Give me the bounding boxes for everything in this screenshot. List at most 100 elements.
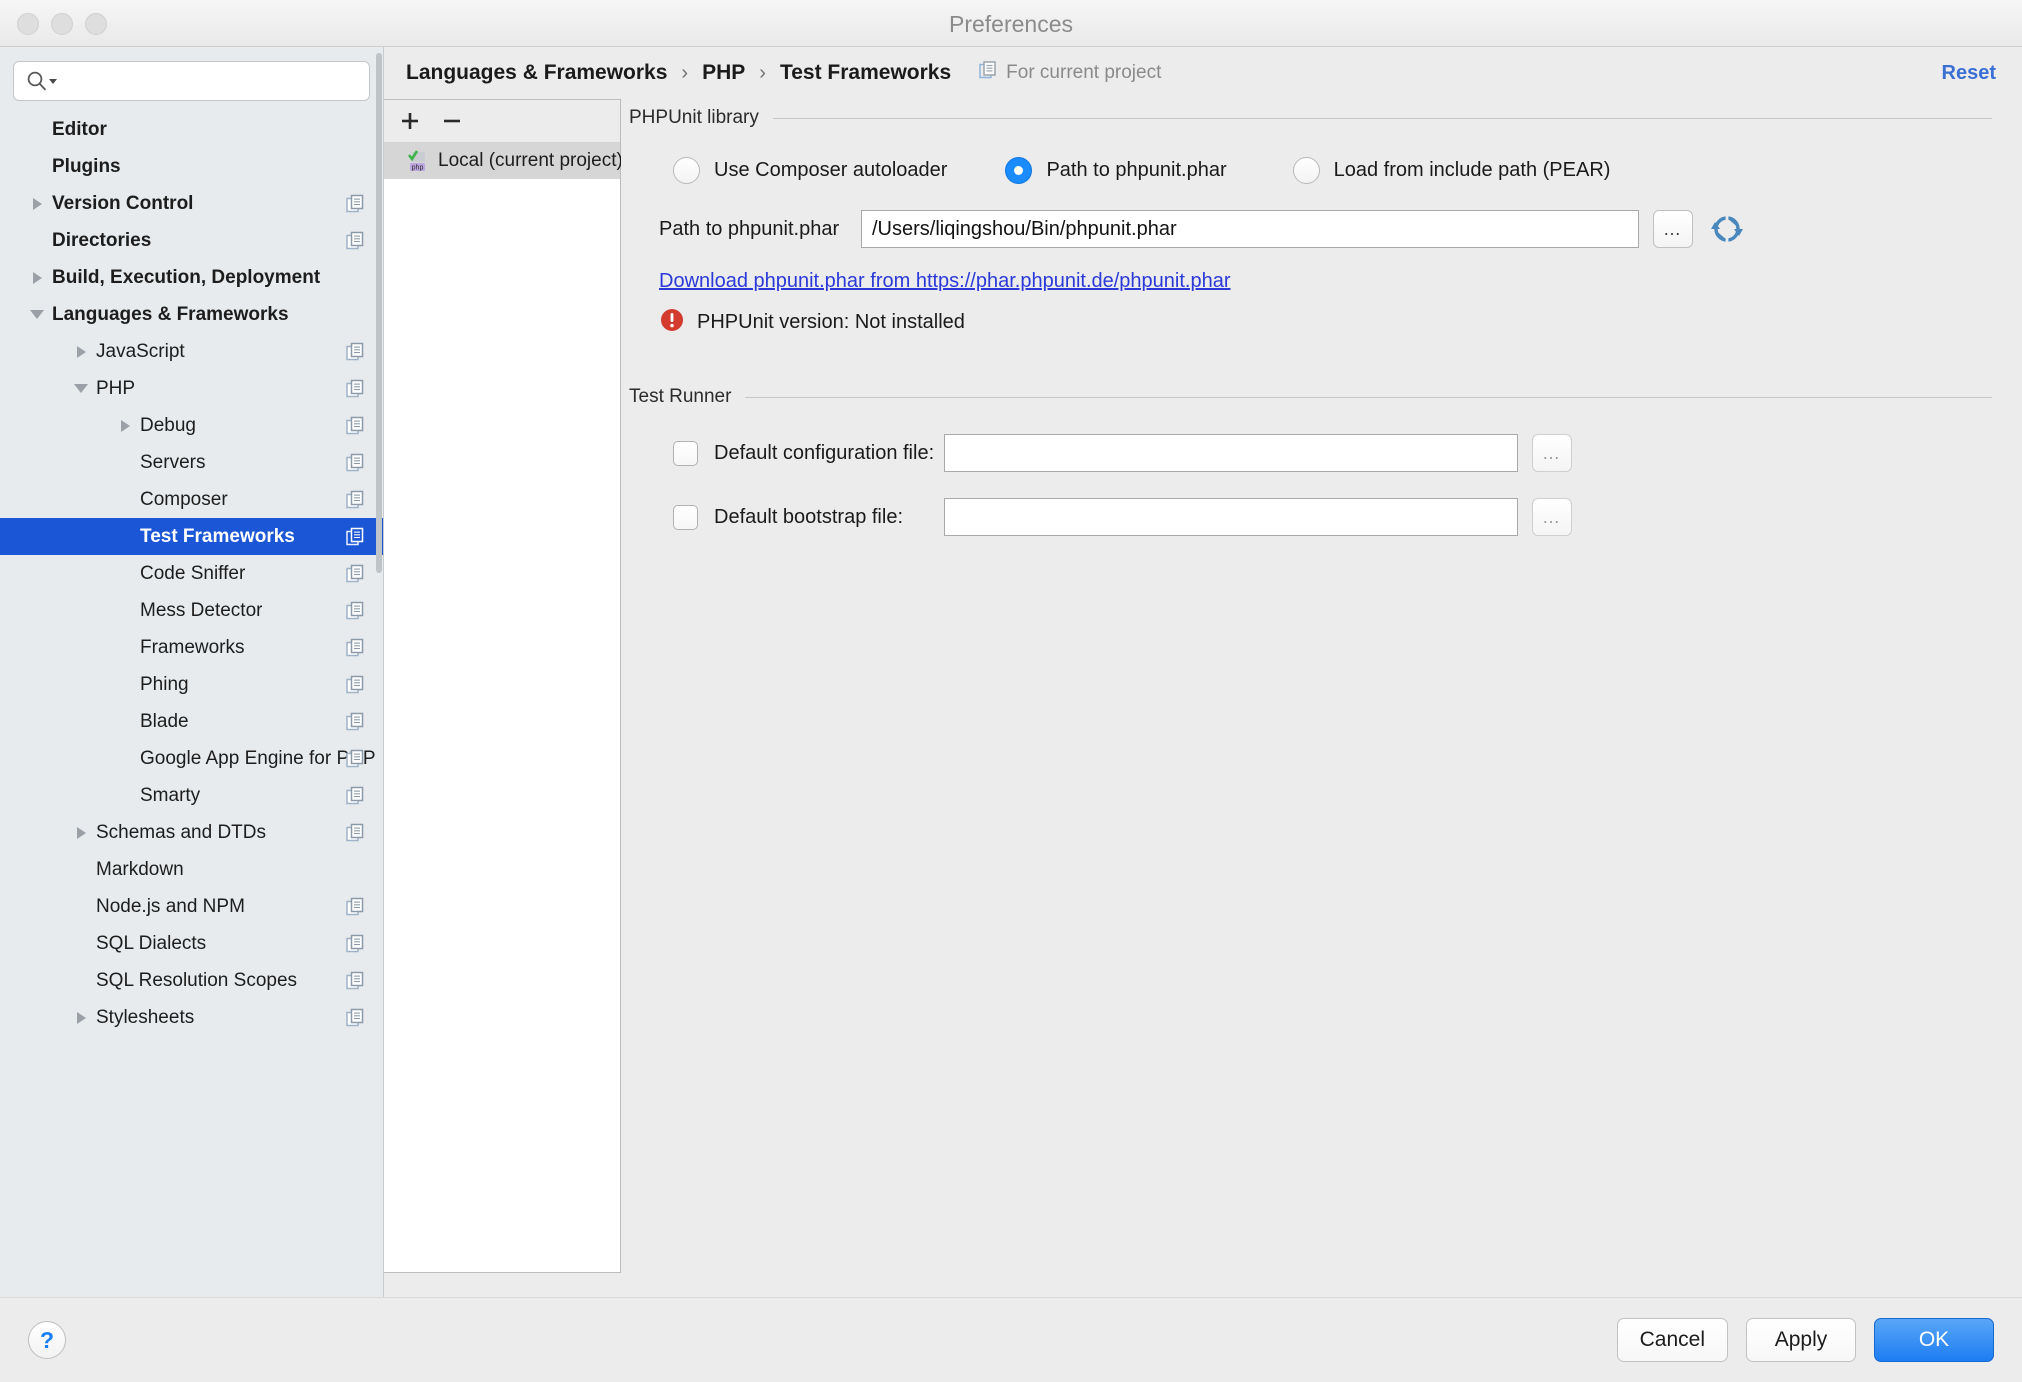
scope-indicator: For current project <box>979 60 1161 86</box>
radio-load-from-include-path[interactable] <box>1292 157 1320 184</box>
sidebar-scrollbar[interactable] <box>376 53 382 573</box>
add-interpreter-button[interactable] <box>398 109 422 133</box>
sidebar-item-php[interactable]: PHP <box>0 370 383 407</box>
copy-settings-icon[interactable] <box>346 342 365 361</box>
collapse-arrow-icon[interactable] <box>22 310 52 319</box>
phpunit-version-status: PHPUnit version: Not installed <box>659 307 1996 338</box>
sidebar-item-test-frameworks[interactable]: Test Frameworks <box>0 518 383 555</box>
sidebar-item-build-execution-deployment[interactable]: Build, Execution, Deployment <box>0 259 383 296</box>
default-bootstrap-file-checkbox[interactable] <box>673 504 698 530</box>
remove-interpreter-button[interactable] <box>440 109 464 133</box>
sidebar-item-sql-dialects[interactable]: SQL Dialects <box>0 925 383 962</box>
sidebar-item-plugins[interactable]: Plugins <box>0 148 383 185</box>
radio-use-composer-autoloader[interactable] <box>673 157 700 184</box>
sidebar-item-blade[interactable]: Blade <box>0 703 383 740</box>
sidebar-item-composer[interactable]: Composer <box>0 481 383 518</box>
panes: php Local (current project) PHPUnit libr… <box>384 99 2022 1297</box>
sidebar-item-google-app-engine-for-php[interactable]: Google App Engine for PHP <box>0 740 383 777</box>
copy-settings-icon[interactable] <box>346 1008 365 1027</box>
reset-link[interactable]: Reset <box>1942 62 1996 85</box>
copy-settings-icon[interactable] <box>346 564 365 583</box>
sidebar-item-version-control[interactable]: Version Control <box>0 185 383 222</box>
sidebar-item-label: Servers <box>140 451 206 473</box>
sidebar-item-sql-resolution-scopes[interactable]: SQL Resolution Scopes <box>0 962 383 999</box>
settings-tree[interactable]: Editor Plugins Version Control Directories B… <box>0 111 383 1297</box>
copy-settings-icon[interactable] <box>346 416 365 435</box>
interpreter-list-toolbar <box>384 100 620 143</box>
sidebar-item-code-sniffer[interactable]: Code Sniffer <box>0 555 383 592</box>
default-bootstrap-file-input[interactable] <box>944 498 1518 536</box>
copy-settings-icon[interactable] <box>346 712 365 731</box>
phar-path-input[interactable]: /Users/liqingshou/Bin/phpunit.phar <box>861 210 1639 248</box>
sidebar-item-label: Markdown <box>96 858 184 880</box>
copy-settings-icon[interactable] <box>346 379 365 398</box>
copy-settings-icon[interactable] <box>346 194 365 213</box>
search-box[interactable] <box>13 61 370 101</box>
sidebar-item-directories[interactable]: Directories <box>0 222 383 259</box>
copy-settings-icon[interactable] <box>346 638 365 657</box>
phpunit-library-options: Use Composer autoloader Path to phpunit.… <box>673 157 1996 184</box>
radio-label-use-composer-autoloader[interactable]: Use Composer autoloader <box>714 159 947 182</box>
expand-arrow-icon[interactable] <box>66 345 96 358</box>
refresh-icon[interactable] <box>1711 213 1743 245</box>
search-dropdown-icon[interactable] <box>48 76 58 86</box>
sidebar-item-mess-detector[interactable]: Mess Detector <box>0 592 383 629</box>
sidebar-item-servers[interactable]: Servers <box>0 444 383 481</box>
sidebar-item-label: Version Control <box>52 192 194 214</box>
sidebar-item-frameworks[interactable]: Frameworks <box>0 629 383 666</box>
copy-settings-icon[interactable] <box>346 527 365 546</box>
breadcrumb-item-1[interactable]: Languages & Frameworks <box>406 61 667 85</box>
expand-arrow-icon[interactable] <box>22 197 52 210</box>
default-configuration-file-input[interactable] <box>944 434 1518 472</box>
expand-arrow-icon[interactable] <box>110 419 140 432</box>
breadcrumb-bar: Languages & Frameworks › PHP › Test Framewor… <box>384 47 2022 99</box>
default-configuration-file-checkbox[interactable] <box>673 440 698 466</box>
default-bootstrap-file-browse-button[interactable]: … <box>1532 498 1572 536</box>
collapse-arrow-icon[interactable] <box>66 384 96 393</box>
sidebar-item-schemas-and-dtds[interactable]: Schemas and DTDs <box>0 814 383 851</box>
help-button[interactable]: ? <box>28 1321 66 1359</box>
copy-settings-icon[interactable] <box>346 675 365 694</box>
sidebar-item-javascript[interactable]: JavaScript <box>0 333 383 370</box>
expand-arrow-icon[interactable] <box>66 826 96 839</box>
sidebar-item-label: Editor <box>52 118 107 140</box>
copy-settings-icon[interactable] <box>346 601 365 620</box>
sidebar-item-phing[interactable]: Phing <box>0 666 383 703</box>
project-scope-icon <box>979 60 998 86</box>
copy-settings-icon[interactable] <box>346 934 365 953</box>
copy-settings-icon[interactable] <box>346 823 365 842</box>
breadcrumb-item-2[interactable]: PHP <box>702 61 745 85</box>
breadcrumb-item-3[interactable]: Test Frameworks <box>780 61 951 85</box>
ok-button[interactable]: OK <box>1874 1318 1994 1362</box>
copy-settings-icon[interactable] <box>346 971 365 990</box>
copy-settings-icon[interactable] <box>346 749 365 768</box>
sidebar-item-stylesheets[interactable]: Stylesheets <box>0 999 383 1036</box>
copy-settings-icon[interactable] <box>346 490 365 509</box>
expand-arrow-icon[interactable] <box>22 271 52 284</box>
sidebar-item-editor[interactable]: Editor <box>0 111 383 148</box>
download-phar-link[interactable]: Download phpunit.phar from https://phar.… <box>659 270 1231 292</box>
cancel-button[interactable]: Cancel <box>1616 1318 1728 1362</box>
sidebar-item-markdown[interactable]: Markdown <box>0 851 383 888</box>
sidebar-item-label: SQL Dialects <box>96 932 207 954</box>
default-configuration-file-browse-button[interactable]: … <box>1532 434 1572 472</box>
search-container <box>0 47 383 111</box>
copy-settings-icon[interactable] <box>346 897 365 916</box>
sidebar-item-smarty[interactable]: Smarty <box>0 777 383 814</box>
radio-label-load-from-include-path[interactable]: Load from include path (PEAR) <box>1334 159 1611 182</box>
phar-path-browse-button[interactable]: … <box>1653 210 1693 248</box>
expand-arrow-icon[interactable] <box>66 1011 96 1024</box>
sidebar-item-node-js-and-npm[interactable]: Node.js and NPM <box>0 888 383 925</box>
copy-settings-icon[interactable] <box>346 231 365 250</box>
apply-button[interactable]: Apply <box>1746 1318 1856 1362</box>
list-item[interactable]: php Local (current project) <box>384 143 623 179</box>
settings-form: PHPUnit library Use Composer autoloader … <box>621 99 2022 1297</box>
copy-settings-icon[interactable] <box>346 786 365 805</box>
copy-settings-icon[interactable] <box>346 453 365 472</box>
search-input[interactable] <box>64 70 318 92</box>
sidebar-item-languages-frameworks[interactable]: Languages & Frameworks <box>0 296 383 333</box>
radio-label-path-to-phar[interactable]: Path to phpunit.phar <box>1046 159 1226 182</box>
sidebar-item-debug[interactable]: Debug <box>0 407 383 444</box>
radio-path-to-phar[interactable] <box>1005 157 1033 184</box>
sidebar-item-label: Node.js and NPM <box>96 895 245 917</box>
